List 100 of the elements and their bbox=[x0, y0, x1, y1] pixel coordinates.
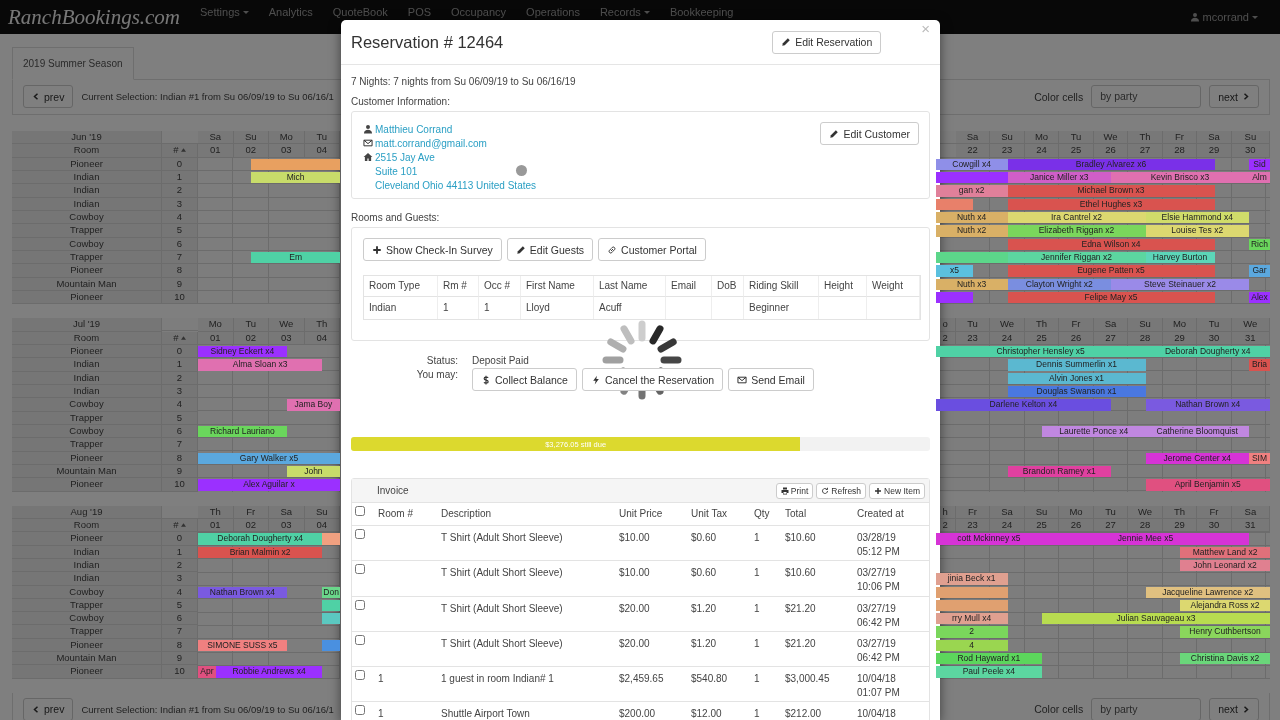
booking-bar[interactable]: Darlene Kelton x4 bbox=[935, 399, 1111, 411]
booking-bar[interactable] bbox=[935, 291, 973, 304]
booking-bar[interactable]: Douglas Swanson x1 bbox=[1007, 385, 1146, 398]
booking-bar[interactable] bbox=[935, 251, 1008, 264]
color-select[interactable]: by party bbox=[1091, 697, 1202, 720]
invoice-button[interactable]: Refresh bbox=[816, 482, 867, 499]
action-button[interactable]: Send Email bbox=[728, 368, 814, 391]
guest-action-button[interactable]: Show Check-In Survey bbox=[363, 238, 502, 261]
invoice-button[interactable]: Print bbox=[775, 482, 814, 499]
booking-bar[interactable]: Deborah Dougherty x4 bbox=[1145, 345, 1270, 358]
sort-header[interactable]: # bbox=[162, 518, 198, 533]
booking-bar[interactable]: Richard Lauriano bbox=[198, 425, 287, 438]
booking-bar[interactable] bbox=[322, 599, 340, 612]
invoice-button[interactable]: New Item bbox=[869, 482, 925, 499]
booking-bar[interactable]: Bria bbox=[1249, 359, 1270, 371]
booking-bar[interactable]: rry Mull x4 bbox=[935, 613, 1008, 625]
booking-bar[interactable]: Michael Brown x3 bbox=[1007, 185, 1215, 197]
booking-bar[interactable]: Deborah Dougherty x4 bbox=[198, 533, 323, 545]
booking-bar[interactable]: Don bbox=[322, 586, 340, 598]
booking-bar[interactable]: Alex Aguilar x bbox=[198, 479, 340, 491]
booking-bar[interactable]: April Benjamin x5 bbox=[1145, 479, 1270, 491]
booking-bar[interactable]: gan x2 bbox=[935, 185, 1008, 197]
booking-bar[interactable]: Nathan Brown x4 bbox=[198, 586, 287, 598]
booking-bar[interactable]: John Leonard x2 bbox=[1180, 559, 1270, 572]
booking-bar[interactable]: Eugene Patten x5 bbox=[1007, 265, 1215, 277]
season-tab[interactable]: 2019 Summer Season bbox=[12, 47, 134, 80]
booking-bar[interactable]: Sidney Eckert x4 bbox=[198, 345, 287, 358]
next-button[interactable]: next bbox=[1209, 85, 1259, 108]
edit-button[interactable]: Edit Customer bbox=[820, 122, 919, 145]
booking-bar[interactable]: Mich bbox=[251, 172, 340, 184]
action-button[interactable]: Cancel the Reservation bbox=[581, 368, 724, 391]
booking-bar[interactable]: Sid bbox=[1249, 158, 1270, 170]
booking-bar[interactable]: Jama Boy bbox=[286, 399, 340, 411]
booking-bar[interactable]: Gar bbox=[1249, 265, 1270, 277]
booking-bar[interactable]: Rich bbox=[1249, 238, 1270, 250]
booking-bar[interactable]: Dennis Summerlin x1 bbox=[1007, 359, 1146, 371]
booking-bar[interactable]: Alma Sloan x3 bbox=[198, 359, 323, 371]
customer-link[interactable]: Cleveland Ohio 44113 United States bbox=[375, 179, 537, 191]
booking-bar[interactable]: Nathan Brown x4 bbox=[1145, 399, 1270, 411]
booking-bar[interactable]: SIM bbox=[1249, 452, 1270, 464]
booking-bar[interactable]: Elizabeth Riggan x2 bbox=[1007, 225, 1146, 237]
guest-action-button[interactable]: Customer Portal bbox=[598, 238, 706, 261]
booking-bar[interactable]: 2 bbox=[935, 626, 1008, 638]
booking-bar[interactable]: Nuth x2 bbox=[935, 225, 1008, 237]
booking-bar[interactable]: Jennifer Riggan x2 bbox=[1007, 251, 1146, 264]
customer-link[interactable]: Matthieu Corrand bbox=[375, 123, 453, 135]
booking-bar[interactable]: Nuth x3 bbox=[935, 278, 1008, 290]
booking-bar[interactable]: Alex bbox=[1249, 291, 1270, 304]
edit-button[interactable]: Edit Reservation bbox=[772, 30, 882, 54]
checkbox[interactable] bbox=[355, 599, 365, 610]
booking-bar[interactable]: Alvin Jones x1 bbox=[1007, 372, 1146, 384]
color-select[interactable]: by party bbox=[1091, 85, 1202, 108]
next-button[interactable]: next bbox=[1209, 697, 1259, 720]
checkbox[interactable] bbox=[355, 529, 365, 539]
checkbox[interactable] bbox=[355, 564, 365, 575]
prev-button[interactable]: prev bbox=[23, 697, 74, 720]
booking-bar[interactable]: cott Mckinney x5 bbox=[935, 533, 1042, 545]
booking-bar[interactable]: Christopher Hensley x5 bbox=[935, 345, 1146, 358]
booking-bar[interactable]: Paul Peele x4 bbox=[935, 666, 1042, 678]
sort-header[interactable]: # bbox=[162, 144, 198, 158]
booking-bar[interactable]: Jacqueline Lawrence x2 bbox=[1145, 586, 1270, 598]
booking-bar[interactable]: Ethel Hughes x3 bbox=[1007, 198, 1215, 210]
booking-bar[interactable]: 4 bbox=[935, 639, 1008, 652]
action-button[interactable]: Collect Balance bbox=[472, 368, 577, 391]
booking-bar[interactable]: Brandon Ramey x1 bbox=[1007, 465, 1111, 478]
booking-bar[interactable]: John bbox=[286, 465, 340, 478]
checkbox[interactable] bbox=[355, 705, 365, 716]
booking-bar[interactable]: Brian Malmin x2 bbox=[198, 546, 323, 558]
booking-bar[interactable]: jinia Beck x1 bbox=[935, 573, 1008, 585]
booking-bar[interactable]: Nuth x4 bbox=[935, 211, 1008, 224]
booking-bar[interactable]: Felipe May x5 bbox=[1007, 291, 1215, 304]
booking-bar[interactable]: Kevin Brisco x3 bbox=[1111, 172, 1249, 184]
booking-bar[interactable]: Henry Cuthbertson bbox=[1180, 626, 1270, 638]
booking-bar[interactable]: Harvey Burton bbox=[1145, 251, 1215, 264]
customer-link[interactable]: matt.corrand@gmail.com bbox=[375, 137, 487, 149]
booking-bar[interactable]: Alm bbox=[1249, 172, 1270, 184]
booking-bar[interactable]: Alejandra Ross x2 bbox=[1180, 599, 1270, 612]
booking-bar[interactable]: Laurette Ponce x4 bbox=[1042, 425, 1146, 438]
checkbox[interactable] bbox=[355, 506, 365, 516]
booking-bar[interactable]: Louise Tes x2 bbox=[1145, 225, 1249, 237]
booking-bar[interactable]: Catherine Bloomquist bbox=[1145, 425, 1249, 438]
booking-bar[interactable]: Matthew Land x2 bbox=[1180, 546, 1270, 558]
customer-link[interactable]: Suite 101 bbox=[375, 165, 418, 177]
prev-button[interactable]: prev bbox=[23, 85, 74, 108]
booking-bar[interactable]: Edna Wilson x4 bbox=[1007, 238, 1215, 250]
brand-logo[interactable]: RanchBookings.com bbox=[8, 4, 180, 30]
booking-bar[interactable] bbox=[935, 599, 1008, 612]
booking-bar[interactable]: x5 bbox=[935, 265, 973, 277]
booking-bar[interactable]: SIMONE SUSS x5 bbox=[198, 639, 287, 652]
booking-bar[interactable]: Gary Walker x5 bbox=[198, 452, 340, 464]
booking-bar[interactable]: Ira Cantrel x2 bbox=[1007, 211, 1146, 224]
checkbox[interactable] bbox=[355, 634, 365, 645]
booking-bar[interactable]: Steve Steinauer x2 bbox=[1111, 278, 1249, 290]
customer-link[interactable]: 2515 Jay Ave bbox=[375, 151, 435, 163]
booking-bar[interactable]: Christina Davis x2 bbox=[1180, 653, 1270, 665]
booking-bar[interactable]: Rod Hayward x1 bbox=[935, 653, 1042, 665]
sort-header[interactable]: # bbox=[162, 331, 198, 345]
booking-bar[interactable]: Cowgill x4 bbox=[935, 158, 1008, 170]
booking-bar[interactable]: Jennie Mee x5 bbox=[1042, 533, 1249, 545]
booking-bar[interactable]: Em bbox=[251, 251, 340, 264]
